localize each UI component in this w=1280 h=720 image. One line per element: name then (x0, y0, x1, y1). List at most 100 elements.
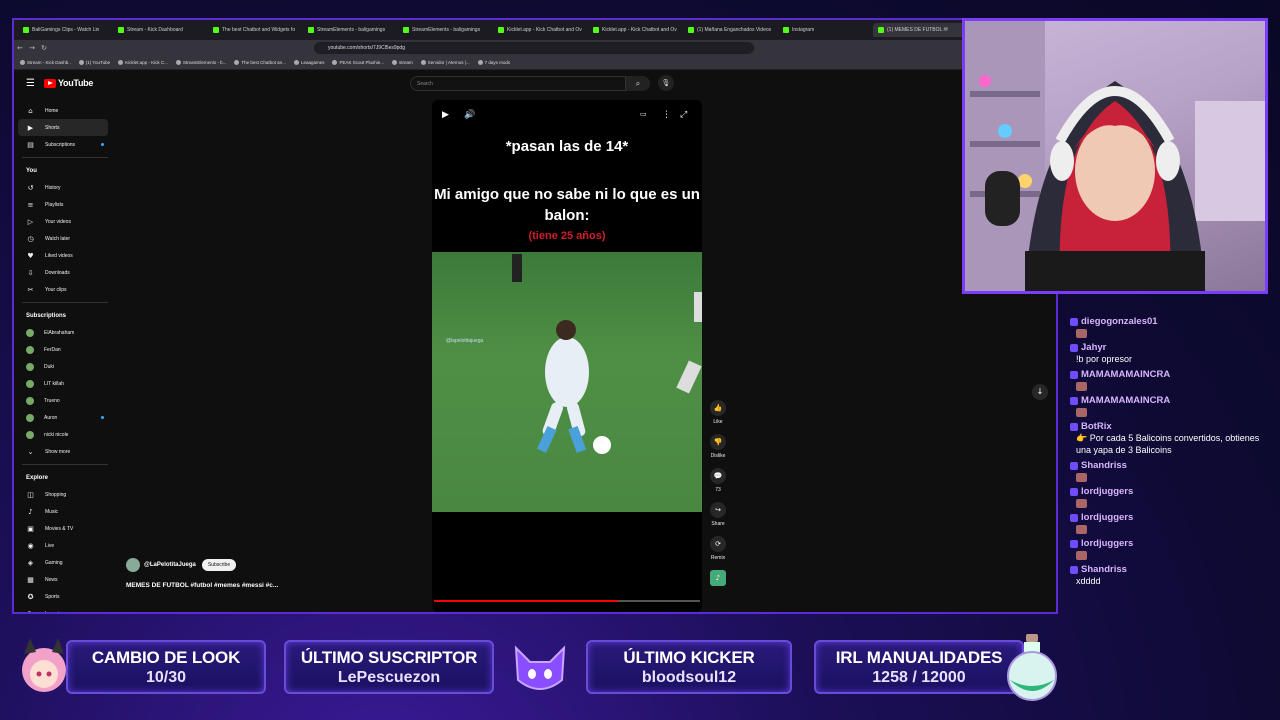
username-text: Shandriss (1081, 564, 1127, 575)
sidebar-item-music[interactable]: ♪ Music (18, 503, 108, 520)
forward-icon[interactable]: → (26, 44, 38, 52)
browser-tab[interactable]: StreamElements - baligamings (303, 23, 398, 37)
sidebar-item-liked-videos[interactable]: ♥ Liked videos (18, 247, 108, 264)
youtube-logo[interactable]: YouTube (44, 78, 93, 88)
remix-icon[interactable]: ⟳ (710, 536, 726, 552)
chat-username[interactable]: BotRix (1070, 421, 1275, 432)
browser-tab[interactable]: Kicklet.app - Kick Chatbot and Ov (493, 23, 588, 37)
bookmark-icon (118, 60, 124, 65)
username-text: diegogonzales01 (1081, 316, 1158, 327)
mic-icon[interactable]: 🎙 (658, 75, 674, 91)
explore-header[interactable]: Explore (18, 469, 118, 486)
chat-username[interactable]: lordjuggers (1070, 512, 1275, 523)
fullscreen-icon[interactable]: ⤢ (680, 110, 687, 120)
channel-avatar[interactable] (126, 558, 140, 572)
subscriptions-header[interactable]: Subscriptions (18, 307, 118, 324)
chat-username[interactable]: Shandriss (1070, 564, 1275, 575)
video-title[interactable]: MEMES DE FUTBOL #futbol #memes #messi #c… (126, 582, 278, 589)
sidebar-item-sports[interactable]: ✪ Sports (18, 588, 108, 605)
share-icon[interactable]: ↪ (710, 502, 726, 518)
watch-later-icon: ◷ (27, 234, 34, 243)
sidebar-item-trueno[interactable]: Trueno (18, 392, 108, 409)
sidebar-item-your-clips[interactable]: ✂ Your clips (18, 281, 108, 298)
sidebar-item-learning[interactable]: ✎ Learning (18, 605, 108, 613)
sidebar-item-live[interactable]: ◉ Live (18, 537, 108, 554)
bookmark-item[interactable]: (1) YouTube (78, 60, 110, 65)
bookmark-item[interactable]: 7 days mods (477, 60, 510, 65)
search-icon[interactable]: ⌕ (626, 76, 650, 91)
browser-tab[interactable]: (1) Mañana Enganchados Videos (683, 23, 778, 37)
reload-icon[interactable]: ↻ (38, 44, 50, 52)
comment-icon[interactable]: 💬 (710, 468, 726, 484)
bookmark-item[interactable]: Leaagames (293, 60, 324, 65)
more-icon[interactable]: ⋮ (662, 110, 671, 120)
next-short-icon[interactable]: ↓ (1032, 384, 1048, 400)
chat-text: 👉 Por cada 5 Balicoins convertidos, obti… (1076, 433, 1260, 455)
soccer-player-illustration (512, 254, 702, 454)
history-icon: ↺ (27, 183, 34, 192)
sidebar-item-shopping[interactable]: ◫ Shopping (18, 486, 108, 503)
bookmark-item[interactable]: StreamElements - b... (175, 60, 226, 65)
browser-tab[interactable]: (1) MEMES DE FUTBOL #f (873, 23, 968, 37)
subscribe-button[interactable]: Subscribe (201, 559, 237, 571)
sidebar-item-elabrahaham[interactable]: ElAbrahaham (18, 324, 108, 341)
browser-tab[interactable]: BaliGamings Clips - Watch Lin (18, 23, 113, 37)
sidebar-item-duki[interactable]: Duki (18, 358, 108, 375)
sidebar-item-news[interactable]: ▦ News (18, 571, 108, 588)
tab-favicon-icon (308, 27, 314, 33)
search-input[interactable]: Search (410, 76, 626, 91)
menu-icon[interactable]: ☰ (26, 78, 35, 89)
sidebar-item-playlists[interactable]: ≡ Playlists (18, 196, 108, 213)
sidebar-item-ferdan[interactable]: FerDan (18, 341, 108, 358)
bookmark-item[interactable]: The best Chatbot an... (234, 60, 286, 65)
sidebar-item-label: Live (45, 542, 55, 549)
browser-tab[interactable]: Instagram (778, 23, 873, 37)
chat-username[interactable]: lordjuggers (1070, 538, 1275, 549)
shorts-player[interactable]: ▶ 🔊 ▭ ⋮ ⤢ *pasan las de 14* Mi amigo que… (432, 100, 702, 612)
channel-avatar (26, 362, 34, 371)
chat-username[interactable]: Shandriss (1070, 460, 1275, 471)
chat-badge-icon (1070, 539, 1078, 548)
dislike-icon[interactable]: 👎 (710, 434, 726, 450)
bookmark-item[interactable]: stream (392, 60, 413, 65)
like-icon[interactable]: 👍 (710, 400, 726, 416)
chat-username[interactable]: MAMAMAMAINCRA (1070, 369, 1275, 380)
chat-username[interactable]: diegogonzales01 (1070, 316, 1275, 327)
bookmark-item[interactable]: PEAK Scout Plushie... (332, 60, 384, 65)
sidebar-item-auron[interactable]: Auron (18, 409, 108, 426)
chat-message: BotRix 👉 Por cada 5 Balicoins convertidos… (1070, 421, 1275, 456)
browser-tab[interactable]: The best Chatbot and Widgets fo (208, 23, 303, 37)
browser-tab[interactable]: Kicklet.app - Kick Chatbot and Ov (588, 23, 683, 37)
sidebar-item-history[interactable]: ↺ History (18, 179, 108, 196)
sidebar-item-subscriptions[interactable]: ▤ Subscriptions (18, 136, 108, 153)
you-header[interactable]: You (18, 162, 118, 179)
browser-tab[interactable]: StreamElements - baligamings (398, 23, 493, 37)
sidebar-item-gaming[interactable]: ◈ Gaming (18, 554, 108, 571)
streamer-webcam-illustration (965, 21, 1265, 291)
sidebar-item-lit-killah[interactable]: LIT killah (18, 375, 108, 392)
sidebar-item-watch-later[interactable]: ◷ Watch later (18, 230, 108, 247)
bookmark-item[interactable]: Kicklet.app - Kick C... (118, 60, 168, 65)
back-icon[interactable]: ← (14, 44, 26, 52)
sidebar-item-downloads[interactable]: ⇩ Downloads (18, 264, 108, 281)
sidebar-item-your-videos[interactable]: ▷ Your videos (18, 213, 108, 230)
shorts-actions: 👍 Like 👎 Dislike 💬 73 ↪ Share ⟳ Remix ♪ (706, 400, 730, 595)
chat-username[interactable]: MAMAMAMAINCRA (1070, 395, 1275, 406)
chat-username[interactable]: Jahyr (1070, 342, 1275, 353)
browser-tab[interactable]: Stream - Kick Dashboard (113, 23, 208, 37)
sidebar-item-shorts[interactable]: ▶ Shorts (18, 119, 108, 136)
bookmark-item[interactable]: Stream - Kick Dashb.. (20, 60, 71, 65)
address-field[interactable]: youtube.com/shorts/7J9Cl5es9pdg (314, 42, 754, 54)
sidebar-item-show-more[interactable]: ⌄ Show more (18, 443, 108, 460)
progress-bar[interactable] (434, 600, 700, 602)
chat-username[interactable]: lordjuggers (1070, 486, 1275, 497)
volume-icon[interactable]: 🔊 (464, 110, 475, 120)
sidebar-item-nicki-nicole[interactable]: nicki nicole (18, 426, 108, 443)
sidebar-item-home[interactable]: ⌂ Home (18, 102, 108, 119)
captions-icon[interactable]: ▭ (640, 110, 647, 118)
audio-thumbnail-icon[interactable]: ♪ (710, 570, 726, 586)
channel-name[interactable]: @LaPelotitaJuega (144, 562, 196, 568)
play-icon[interactable]: ▶ (442, 110, 449, 120)
sidebar-item-movies-tv[interactable]: ▣ Movies & TV (18, 520, 108, 537)
bookmark-item[interactable]: Servidor | Aternos |... (420, 60, 470, 65)
